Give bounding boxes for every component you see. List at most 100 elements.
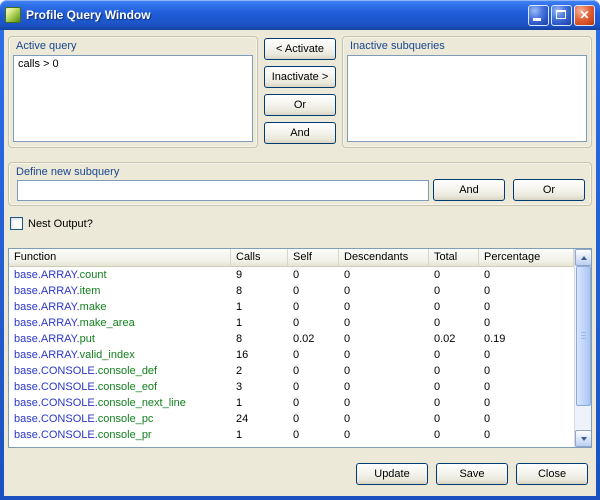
percentage-cell: 0 xyxy=(479,283,574,299)
minimize-button[interactable] xyxy=(528,5,549,26)
total-cell: 0 xyxy=(429,315,479,331)
define-or-button[interactable]: Or xyxy=(513,179,585,201)
descendants-cell: 0 xyxy=(339,379,429,395)
header-percentage[interactable]: Percentage xyxy=(479,249,574,266)
inactive-subqueries-list[interactable] xyxy=(347,55,587,142)
table-row[interactable]: base.ARRAY.make10000 xyxy=(9,299,574,315)
caption-buttons: ✕ xyxy=(528,5,595,26)
descendants-cell: 0 xyxy=(339,395,429,411)
percentage-cell: 0 xyxy=(479,427,574,443)
function-cell: base.CONSOLE.console_def xyxy=(9,363,231,379)
percentage-cell: 0 xyxy=(479,267,574,283)
total-cell: 0 xyxy=(429,267,479,283)
table-row[interactable]: base.CONSOLE.console_pc240000 xyxy=(9,411,574,427)
maximize-icon xyxy=(556,10,566,19)
window-title: Profile Query Window xyxy=(26,8,528,22)
close-button[interactable]: ✕ xyxy=(574,5,595,26)
save-button[interactable]: Save xyxy=(436,463,508,485)
calls-cell: 1 xyxy=(231,395,288,411)
define-and-button[interactable]: And xyxy=(433,179,505,201)
percentage-cell: 0.19 xyxy=(479,331,574,347)
arrow-up-icon xyxy=(581,256,587,260)
nest-output-label: Nest Output? xyxy=(28,218,93,230)
function-cell: base.ARRAY.count xyxy=(9,267,231,283)
self-cell: 0 xyxy=(288,363,339,379)
table-row[interactable]: base.CONSOLE.console_eof30000 xyxy=(9,379,574,395)
header-calls[interactable]: Calls xyxy=(231,249,288,266)
percentage-cell: 0 xyxy=(479,411,574,427)
function-cell: base.CONSOLE.console_pr xyxy=(9,427,231,443)
nest-output-checkbox[interactable] xyxy=(10,217,23,230)
table-row[interactable]: base.ARRAY.make_area10000 xyxy=(9,315,574,331)
list-item[interactable]: calls > 0 xyxy=(14,56,252,73)
function-cell: base.CONSOLE.console_pc xyxy=(9,411,231,427)
calls-cell: 3 xyxy=(231,379,288,395)
scroll-up-button[interactable] xyxy=(575,249,592,266)
total-cell: 0 xyxy=(429,411,479,427)
self-cell: 0 xyxy=(288,427,339,443)
calls-cell: 1 xyxy=(231,427,288,443)
close-icon: ✕ xyxy=(575,6,594,25)
self-cell: 0 xyxy=(288,379,339,395)
table-row[interactable]: base.CONSOLE.console_pr10000 xyxy=(9,427,574,443)
function-cell: base.ARRAY.item xyxy=(9,283,231,299)
client-area: Active query calls > 0 < Activate Inacti… xyxy=(4,30,596,496)
header-function[interactable]: Function xyxy=(9,249,231,266)
define-subquery-label: Define new subquery xyxy=(16,166,119,178)
table-body: base.ARRAY.count90000base.ARRAY.item8000… xyxy=(9,267,574,447)
self-cell: 0 xyxy=(288,267,339,283)
scroll-down-button[interactable] xyxy=(575,430,592,447)
table-row[interactable]: base.CONSOLE.console_next_line10000 xyxy=(9,395,574,411)
header-self[interactable]: Self xyxy=(288,249,339,266)
close-dialog-button[interactable]: Close xyxy=(516,463,588,485)
total-cell: 0 xyxy=(429,427,479,443)
self-cell: 0 xyxy=(288,347,339,363)
table-row[interactable]: base.ARRAY.item80000 xyxy=(9,283,574,299)
active-query-group: Active query calls > 0 xyxy=(8,36,258,148)
calls-cell: 8 xyxy=(231,283,288,299)
window: Profile Query Window ✕ Active query call… xyxy=(0,0,600,500)
header-total[interactable]: Total xyxy=(429,249,479,266)
descendants-cell: 0 xyxy=(339,347,429,363)
self-cell: 0 xyxy=(288,299,339,315)
total-cell: 0 xyxy=(429,379,479,395)
header-descendants[interactable]: Descendants xyxy=(339,249,429,266)
subquery-input[interactable] xyxy=(17,180,429,201)
arrow-down-icon xyxy=(581,437,587,441)
vertical-scrollbar[interactable] xyxy=(574,249,591,447)
table-row[interactable]: base.ARRAY.valid_index160000 xyxy=(9,347,574,363)
inactive-subqueries-label: Inactive subqueries xyxy=(350,40,445,52)
active-query-list[interactable]: calls > 0 xyxy=(13,55,253,142)
results-table: Function Calls Self Descendants Total Pe… xyxy=(8,248,592,448)
maximize-button[interactable] xyxy=(551,5,572,26)
table-row[interactable]: base.CONSOLE.console_def20000 xyxy=(9,363,574,379)
calls-cell: 9 xyxy=(231,267,288,283)
inactive-subqueries-group: Inactive subqueries xyxy=(342,36,592,148)
percentage-cell: 0 xyxy=(479,299,574,315)
activate-button[interactable]: < Activate xyxy=(264,38,336,60)
self-cell: 0.02 xyxy=(288,331,339,347)
descendants-cell: 0 xyxy=(339,427,429,443)
define-subquery-group: Define new subquery And Or xyxy=(8,162,592,206)
update-button[interactable]: Update xyxy=(356,463,428,485)
active-query-label: Active query xyxy=(16,40,77,52)
and-button[interactable]: And xyxy=(264,122,336,144)
total-cell: 0 xyxy=(429,299,479,315)
function-cell: base.ARRAY.valid_index xyxy=(9,347,231,363)
descendants-cell: 0 xyxy=(339,283,429,299)
table-row[interactable]: base.ARRAY.count90000 xyxy=(9,267,574,283)
self-cell: 0 xyxy=(288,395,339,411)
total-cell: 0 xyxy=(429,347,479,363)
table-row[interactable]: base.ARRAY.put80.0200.020.19 xyxy=(9,331,574,347)
calls-cell: 1 xyxy=(231,299,288,315)
function-cell: base.ARRAY.put xyxy=(9,331,231,347)
minimize-icon xyxy=(533,18,541,21)
scrollbar-thumb[interactable] xyxy=(576,266,591,406)
function-cell: base.ARRAY.make xyxy=(9,299,231,315)
self-cell: 0 xyxy=(288,283,339,299)
percentage-cell: 0 xyxy=(479,315,574,331)
self-cell: 0 xyxy=(288,411,339,427)
or-button[interactable]: Or xyxy=(264,94,336,116)
inactivate-button[interactable]: Inactivate > xyxy=(264,66,336,88)
descendants-cell: 0 xyxy=(339,411,429,427)
